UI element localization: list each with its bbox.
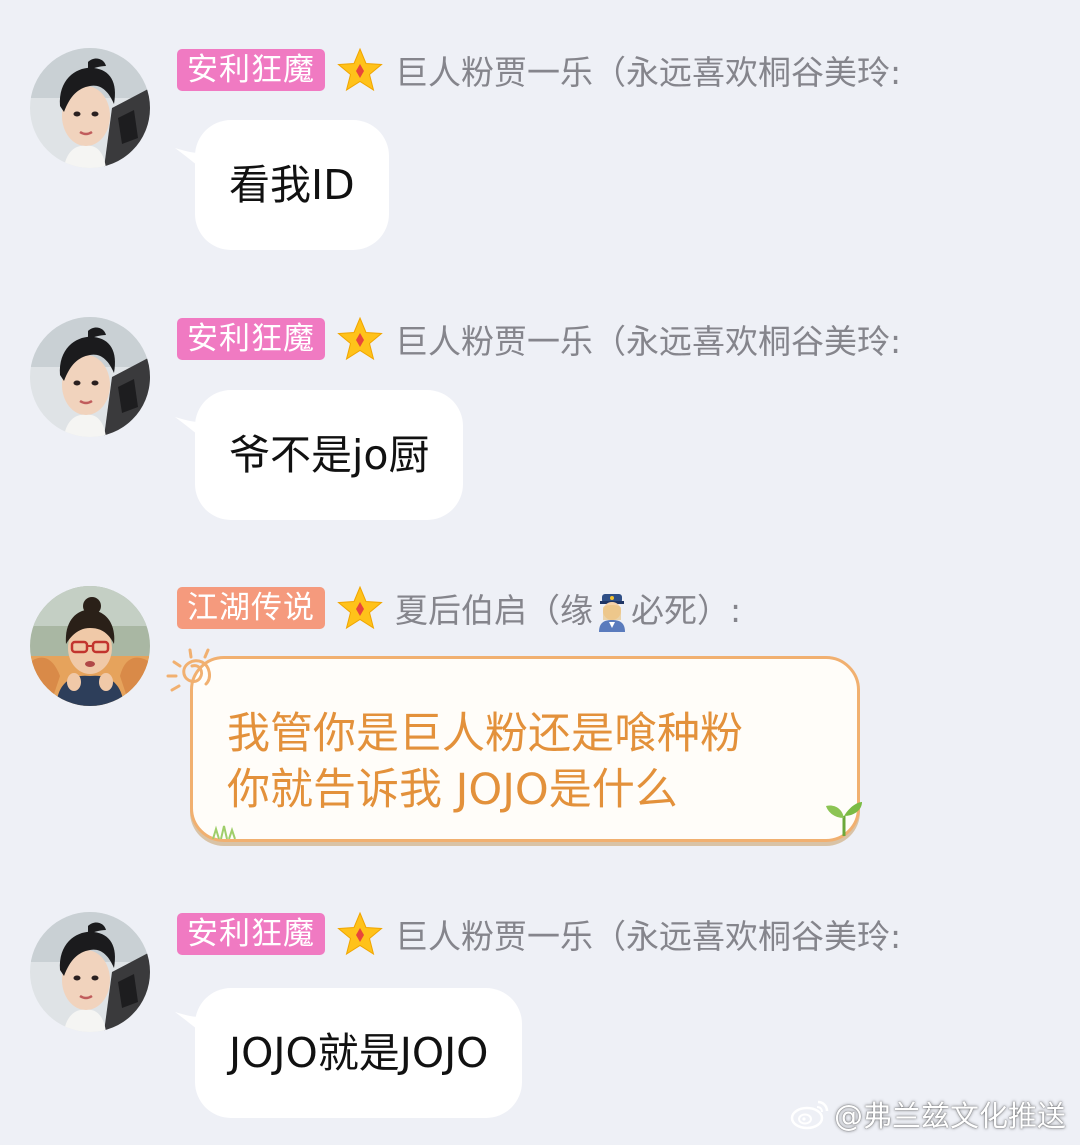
sender-name[interactable]: 巨人粉贾一乐（永远喜欢桐谷美玲: xyxy=(395,910,901,958)
user-title-badge: 江湖传说 xyxy=(177,587,325,629)
decorated-message-bubble[interactable]: 我管你是巨人粉还是喰种粉 你就告诉我 JOJO是什么 xyxy=(190,656,860,842)
user-avatar[interactable] xyxy=(30,586,150,706)
sender-name[interactable]: 巨人粉贾一乐（永远喜欢桐谷美玲: xyxy=(395,315,901,363)
message-line: 我管你是巨人粉还是喰种粉 xyxy=(227,709,743,759)
user-avatar[interactable] xyxy=(30,912,150,1032)
star-level-icon xyxy=(337,911,383,957)
message-bubble[interactable]: 看我ID xyxy=(195,120,389,250)
user-title-badge: 安利狂魔 xyxy=(177,913,325,955)
message-bubble[interactable]: 爷不是jo厨 xyxy=(195,390,464,520)
sender-name[interactable]: 巨人粉贾一乐（永远喜欢桐谷美玲: xyxy=(395,46,901,94)
message-header: 江湖传说 夏后伯启（缘 必死）: xyxy=(177,584,741,633)
weibo-icon xyxy=(790,1100,829,1130)
star-level-icon xyxy=(337,316,383,362)
sender-name[interactable]: 夏后伯启（缘 必死）: xyxy=(395,584,741,633)
watermark: @弗兰兹文化推送 xyxy=(790,1093,1066,1135)
message-header: 安利狂魔 巨人粉贾一乐（永远喜欢桐谷美玲: xyxy=(177,48,901,92)
message-header: 安利狂魔 巨人粉贾一乐（永远喜欢桐谷美玲: xyxy=(177,317,901,361)
user-avatar[interactable] xyxy=(30,48,150,168)
message-line: 你就告诉我 JOJO是什么 xyxy=(227,765,678,815)
user-avatar[interactable] xyxy=(30,317,150,437)
message-header: 安利狂魔 巨人粉贾一乐（永远喜欢桐谷美玲: xyxy=(177,912,901,956)
message-bubble[interactable]: JOJO就是JOJO xyxy=(195,988,523,1118)
star-level-icon xyxy=(337,585,383,631)
user-title-badge: 安利狂魔 xyxy=(177,318,325,360)
user-title-badge: 安利狂魔 xyxy=(177,49,325,91)
sun-icon xyxy=(166,648,211,692)
star-level-icon xyxy=(337,47,383,93)
police-officer-emoji-icon xyxy=(599,594,625,633)
watermark-text: @弗兰兹文化推送 xyxy=(833,1099,1066,1133)
sprout-icon xyxy=(826,802,862,836)
grass-icon xyxy=(212,825,236,839)
